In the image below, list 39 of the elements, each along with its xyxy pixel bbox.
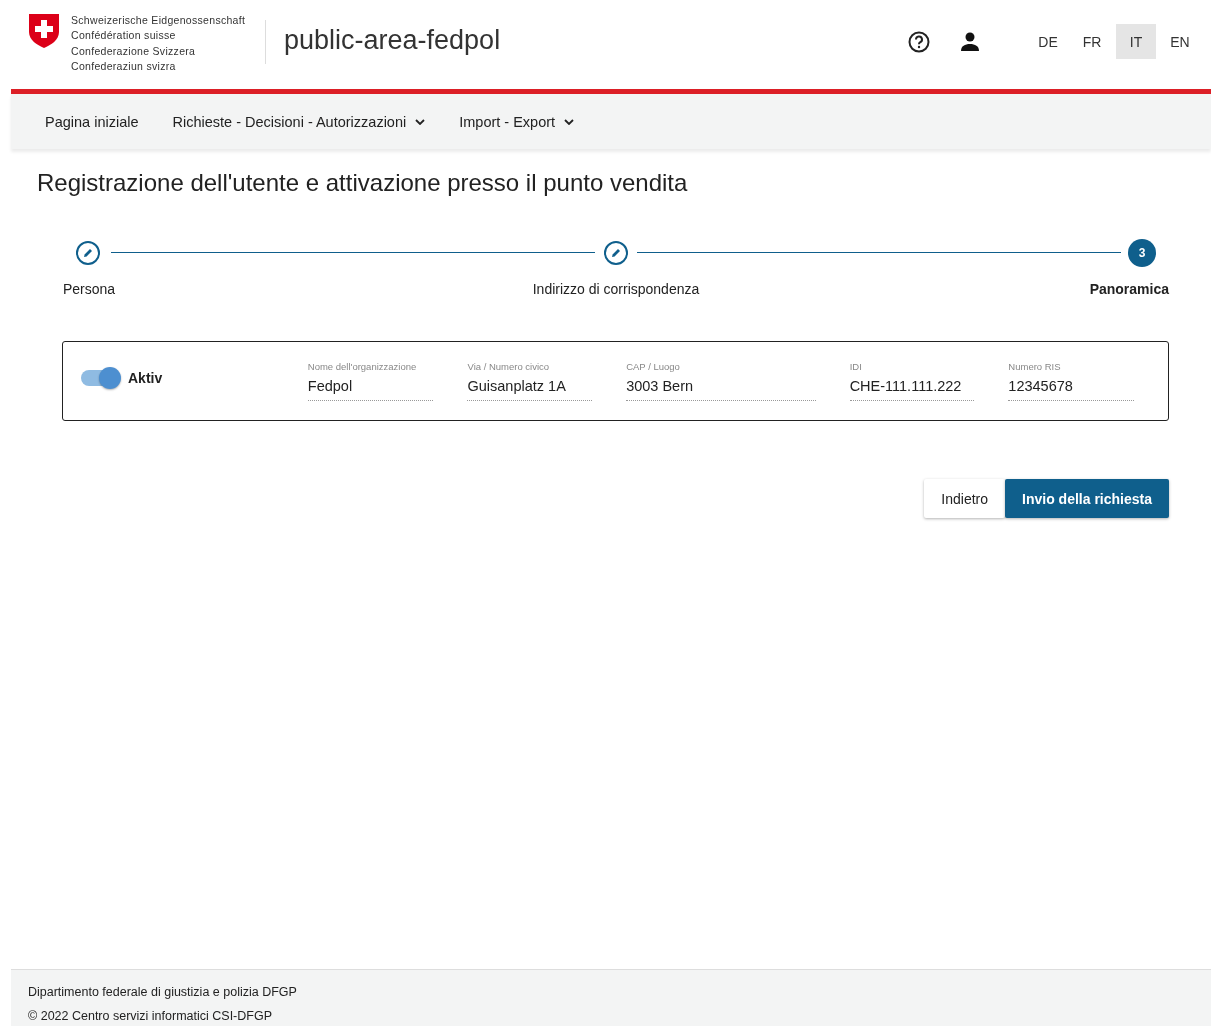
footer-text: © 2022 Centro servizi informatici CSI-DFGP (28, 1008, 273, 1025)
app-title: public-area-fedpol (284, 25, 501, 56)
toggle-label: Aktiv (128, 370, 163, 386)
field-value: Guisanplatz 1A (467, 378, 593, 401)
chevron-down-icon (415, 118, 426, 125)
confederation-name: Confédération suisse (71, 28, 177, 44)
language-button[interactable]: FR (1072, 24, 1112, 59)
confederation-name: Confederazione Svizzera (71, 43, 197, 59)
confederation-name: Schweizerische Eidgenossenschaft (71, 13, 247, 28)
language-button[interactable]: DE (1028, 24, 1068, 59)
language-button[interactable]: IT (1116, 24, 1156, 59)
step-edit-icon[interactable] (76, 241, 100, 265)
nav-link[interactable]: Pagina iniziale (45, 113, 139, 130)
step-label: Panoramica (1089, 281, 1169, 297)
nav-link[interactable]: Import - Export (459, 113, 575, 130)
field-label: IDI (849, 361, 863, 372)
field-label: CAP / Luogo (626, 361, 681, 372)
page-title: Registrazione dell'utente e attivazione presso il punto vendita (37, 169, 689, 198)
submit-button[interactable]: Invio della richiesta (1005, 479, 1169, 518)
back-button[interactable]: Indietro (924, 479, 1006, 518)
language-button[interactable]: EN (1160, 24, 1200, 59)
field-label: Numero RIS (1008, 361, 1062, 372)
field-value: CHE-111.111.222 (849, 378, 975, 401)
step-edit-icon[interactable] (604, 241, 628, 265)
field-value: 3003 Bern (626, 378, 816, 401)
step-number: 3 (1128, 239, 1156, 267)
step-label: Persona (63, 281, 116, 297)
field-label: Via / Numero civico (467, 361, 551, 372)
step-label: Indirizzo di corrispondenza (532, 281, 700, 297)
footer-text: Dipartimento federale di giustizia e polizia DFGP (28, 984, 298, 1001)
swiss-shield-icon (28, 13, 60, 49)
field-value: 12345678 (1008, 378, 1134, 401)
field-value: Fedpol (307, 378, 434, 401)
toggle-switch[interactable] (81, 370, 119, 386)
chevron-down-icon (564, 118, 575, 125)
help-icon[interactable] (907, 29, 931, 54)
field-label: Nome dell'organizzazione (307, 361, 418, 372)
confederation-name: Confederaziun svizra (71, 58, 177, 74)
nav-link[interactable]: Richieste - Decisioni - Autorizzazioni (172, 113, 426, 130)
